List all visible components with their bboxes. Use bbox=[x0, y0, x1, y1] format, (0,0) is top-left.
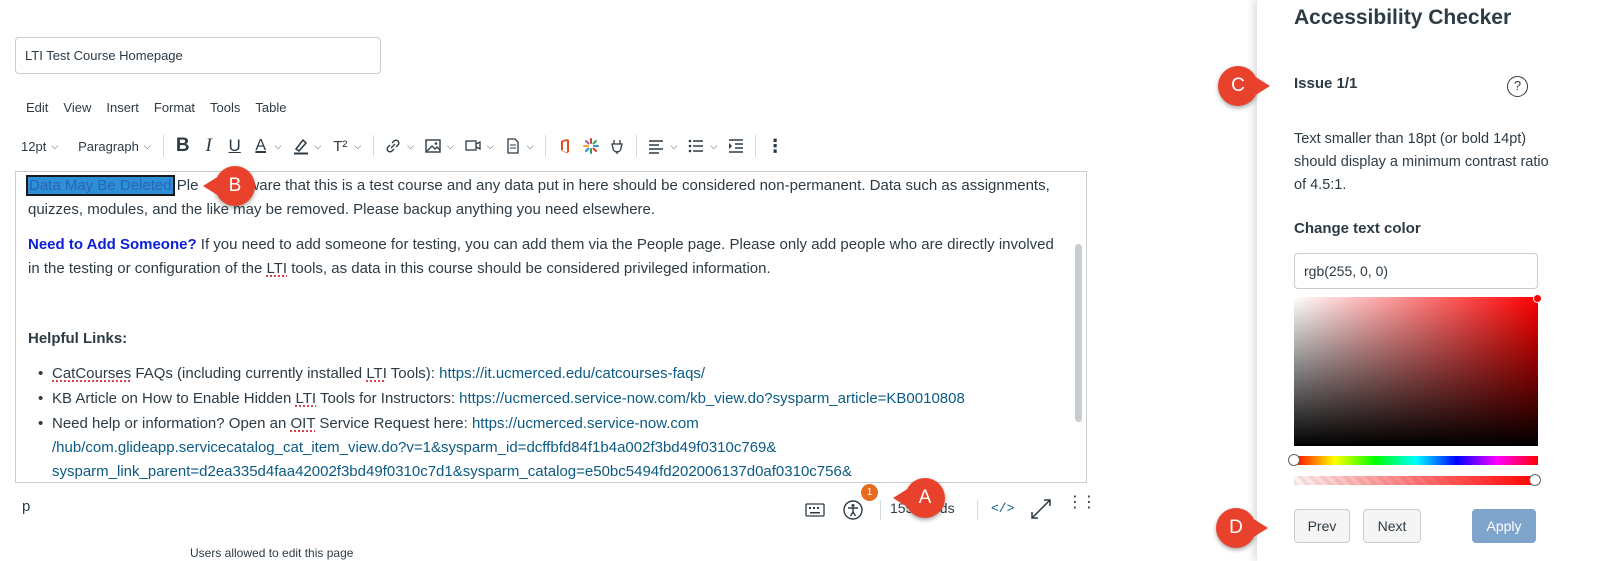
kb-article-link[interactable]: https://ucmerced.service-now.com/kb_view… bbox=[459, 390, 965, 407]
issue-counter: Issue 1/1 bbox=[1294, 75, 1358, 92]
status-divider bbox=[880, 500, 881, 520]
element-path[interactable]: p bbox=[22, 498, 30, 515]
more-vertical-icon[interactable]: ⋮ bbox=[762, 132, 788, 160]
list-item: Need help or information? Open an OIT Se… bbox=[38, 412, 1068, 482]
resize-handle-icon[interactable]: ⋮⋮ bbox=[1067, 495, 1097, 511]
document-icon[interactable] bbox=[500, 132, 526, 160]
menu-insert[interactable]: Insert bbox=[106, 100, 139, 115]
chevron-down-icon: ⌵ bbox=[51, 140, 59, 151]
faq-link[interactable]: https://it.ucmerced.edu/catcourses-faqs/ bbox=[439, 365, 705, 382]
color-saturation-picker[interactable] bbox=[1294, 297, 1538, 446]
service-request-link-cont[interactable]: sysparm_link_parent=d2ea335d4faa42002f3b… bbox=[52, 463, 852, 480]
menu-format[interactable]: Format bbox=[154, 100, 195, 115]
plug-icon[interactable] bbox=[604, 132, 630, 160]
service-request-link[interactable]: https://ucmerced.service-now.com bbox=[472, 415, 699, 432]
color-value-input[interactable]: rgb(255, 0, 0) bbox=[1294, 253, 1538, 289]
list-item: KB Article on How to Enable Hidden LTI T… bbox=[38, 387, 1068, 411]
editor-scrollbar[interactable] bbox=[1075, 244, 1082, 422]
editor-menubar: Edit View Insert Format Tools Table bbox=[26, 100, 301, 115]
chevron-down-icon[interactable]: ⌵ bbox=[487, 141, 494, 152]
toolbar-divider bbox=[545, 135, 547, 157]
apps-sparkle-icon[interactable] bbox=[578, 132, 604, 160]
apply-button[interactable]: Apply bbox=[1472, 509, 1536, 543]
paragraph-data-deleted: Data May Be Deleted Ple ware that this is… bbox=[26, 175, 1050, 218]
change-text-color-label: Change text color bbox=[1294, 220, 1421, 237]
link-icon[interactable] bbox=[380, 132, 406, 160]
chevron-down-icon[interactable]: ⌵ bbox=[447, 141, 454, 152]
rich-content-editor[interactable]: Data May Be Deleted Ple ware that this is… bbox=[15, 171, 1087, 483]
highlight-color-icon[interactable] bbox=[288, 132, 314, 160]
paragraph-add-someone: Need to Add Someone? If you need to add … bbox=[28, 236, 1054, 277]
helpful-links-list: CatCourses FAQs (including currently ins… bbox=[28, 362, 1068, 482]
callout-b: B bbox=[203, 166, 255, 206]
callout-d: D bbox=[1216, 508, 1268, 548]
help-icon[interactable]: ? bbox=[1507, 76, 1528, 97]
saturation-handle[interactable] bbox=[1533, 294, 1542, 303]
align-icon[interactable] bbox=[643, 132, 669, 160]
selected-highlight-text[interactable]: Data May Be Deleted bbox=[26, 175, 175, 196]
callout-c: C bbox=[1218, 66, 1270, 106]
service-request-link-cont[interactable]: /hub/com.glideapp.servicecatalog_cat_ite… bbox=[52, 439, 776, 456]
superscript-icon[interactable]: T² bbox=[327, 132, 353, 160]
chevron-down-icon[interactable]: ⌵ bbox=[670, 141, 677, 152]
chevron-down-icon[interactable]: ⌵ bbox=[527, 141, 534, 152]
list-item: CatCourses FAQs (including currently ins… bbox=[38, 362, 1068, 386]
keyboard-icon[interactable] bbox=[800, 502, 830, 518]
editor-body[interactable]: Data May Be Deleted Ple ware that this is… bbox=[26, 174, 1068, 482]
chevron-down-icon[interactable]: ⌵ bbox=[354, 141, 361, 152]
block-format-dropdown[interactable]: Paragraph ⌵ bbox=[72, 132, 157, 160]
font-size-dropdown[interactable]: 12pt ⌵ bbox=[15, 132, 64, 160]
underline-icon[interactable]: U bbox=[222, 132, 248, 160]
toolbar-divider bbox=[636, 135, 638, 157]
status-divider bbox=[977, 500, 978, 520]
menu-tools[interactable]: Tools bbox=[210, 100, 240, 115]
fullscreen-icon[interactable] bbox=[1030, 498, 1052, 525]
add-someone-heading: Need to Add Someone? bbox=[28, 236, 197, 253]
callout-a: A bbox=[893, 478, 945, 518]
html-editor-toggle[interactable]: </> bbox=[991, 501, 1014, 516]
menu-edit[interactable]: Edit bbox=[26, 100, 48, 115]
image-icon[interactable] bbox=[420, 132, 446, 160]
a11y-issue-badge: 1 bbox=[861, 484, 878, 501]
accessibility-checker-icon[interactable] bbox=[838, 500, 868, 520]
toolbar-divider bbox=[162, 135, 164, 157]
panel-title: Accessibility Checker bbox=[1294, 6, 1512, 29]
alpha-slider-handle[interactable] bbox=[1529, 474, 1541, 486]
media-icon[interactable] bbox=[460, 132, 486, 160]
italic-icon[interactable]: I bbox=[196, 132, 222, 160]
alpha-slider[interactable] bbox=[1294, 476, 1538, 485]
page-permissions-text: Users allowed to edit this page bbox=[190, 546, 354, 560]
text-color-icon[interactable]: A bbox=[248, 132, 274, 160]
editor-toolbar: 12pt ⌵ Paragraph ⌵ B I U A ⌵ ⌵ T² ⌵ ⌵ ⌵ ⌵ ⌵ … bbox=[15, 132, 788, 160]
chevron-down-icon[interactable]: ⌵ bbox=[407, 141, 414, 152]
prev-button[interactable]: Prev bbox=[1294, 509, 1350, 543]
hue-slider-handle[interactable] bbox=[1288, 454, 1300, 466]
accessibility-checker-panel: Accessibility Checker Issue 1/1 ? Text s… bbox=[1257, 0, 1599, 561]
page-title-input[interactable]: LTI Test Course Homepage bbox=[15, 37, 381, 74]
bullet-list-icon[interactable] bbox=[683, 132, 709, 160]
chevron-down-icon[interactable]: ⌵ bbox=[275, 141, 282, 152]
status-bar-tools bbox=[800, 496, 868, 524]
office-icon[interactable] bbox=[552, 132, 578, 160]
chevron-down-icon[interactable]: ⌵ bbox=[315, 141, 322, 152]
issue-description: Text smaller than 18pt (or bold 14pt) sh… bbox=[1294, 131, 1549, 193]
bold-icon[interactable]: B bbox=[170, 132, 196, 160]
toolbar-divider bbox=[755, 135, 757, 157]
indent-icon[interactable] bbox=[723, 132, 749, 160]
toolbar-divider bbox=[373, 135, 375, 157]
hue-slider[interactable] bbox=[1294, 456, 1538, 465]
menu-view[interactable]: View bbox=[63, 100, 91, 115]
next-button[interactable]: Next bbox=[1363, 509, 1421, 543]
helpful-links-heading: Helpful Links: bbox=[28, 330, 128, 347]
chevron-down-icon[interactable]: ⌵ bbox=[710, 141, 717, 152]
menu-table[interactable]: Table bbox=[255, 100, 286, 115]
chevron-down-icon: ⌵ bbox=[143, 140, 151, 151]
